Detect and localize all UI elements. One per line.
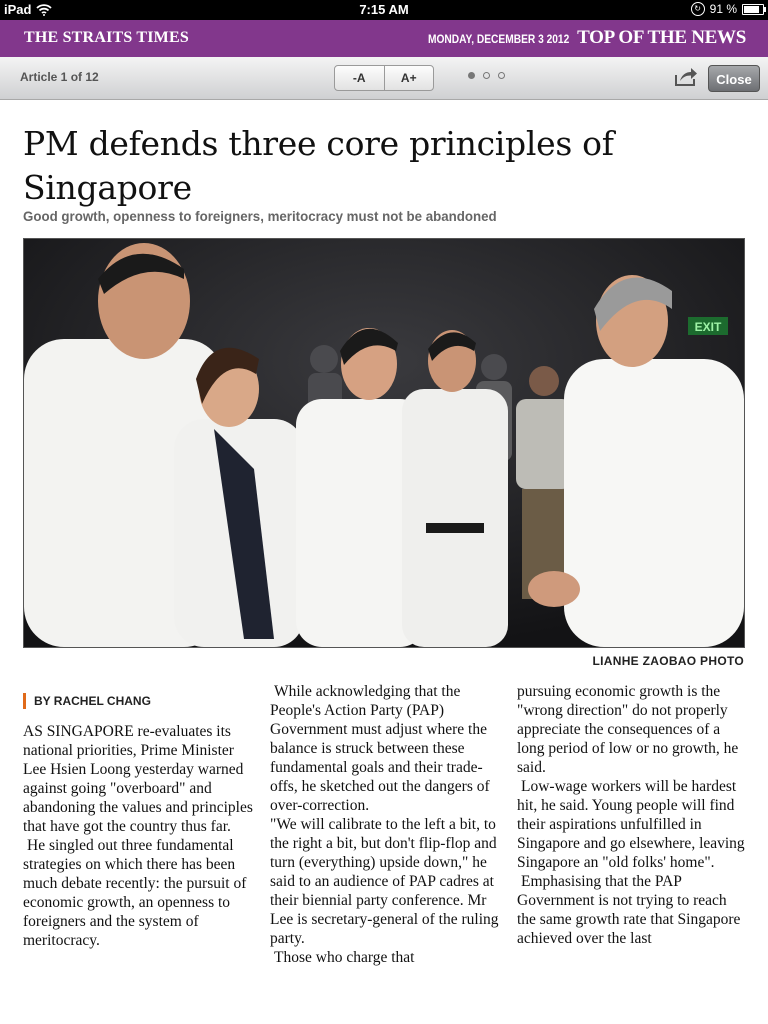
paragraph: Low-wage workers will be hardest hit, he… <box>517 778 745 871</box>
photo-illustration: EXIT <box>24 239 744 647</box>
font-decrease-button[interactable]: -A <box>335 66 384 90</box>
paragraph: While acknowledging that the People's Ac… <box>270 683 490 814</box>
issue-date: MONDAY, DECEMBER 3 2012 <box>427 32 570 46</box>
article-counter: Article 1 of 12 <box>20 70 99 84</box>
paragraph: He singled out three fundamental strateg… <box>23 837 247 949</box>
masthead-right: MONDAY, DECEMBER 3 2012 TOP OF THE NEWS <box>403 27 746 49</box>
article-photo[interactable]: EXIT <box>23 238 745 648</box>
paragraph: AS SINGAPORE re-evaluates its national p… <box>23 723 253 835</box>
article-column-1: AS SINGAPORE re-evaluates its national p… <box>23 722 255 950</box>
masthead: THE STRAITS TIMES MONDAY, DECEMBER 3 201… <box>0 20 768 57</box>
article-headline: PM defends three core principles of Sing… <box>23 124 614 207</box>
font-size-control: -A A+ <box>334 65 434 91</box>
battery-percent: 91 % <box>709 2 737 16</box>
article-column-2: While acknowledging that the People's Ac… <box>270 682 502 967</box>
paragraph: pursuing economic growth is the "wrong d… <box>517 683 739 776</box>
status-bar: iPad 7:15 AM ↻ 91 % <box>0 0 768 20</box>
status-right: ↻ 91 % <box>690 2 766 16</box>
paragraph: "We will calibrate to the left a bit, to… <box>270 816 499 947</box>
page-indicator[interactable] <box>468 72 505 79</box>
section-title: TOP OF THE NEWS <box>577 27 746 48</box>
paragraph: Emphasising that the PAP Government is n… <box>517 873 741 947</box>
byline: BY RACHEL CHANG <box>23 693 151 709</box>
status-time: 7:15 AM <box>359 2 409 17</box>
photo-credit: LIANHE ZAOBAO PHOTO <box>592 654 744 668</box>
page-dot[interactable] <box>498 72 505 79</box>
toolbar: Article 1 of 12 -A A+ Close <box>0 57 768 100</box>
article-subhead: Good growth, openness to foreigners, mer… <box>23 208 497 224</box>
share-icon[interactable] <box>674 67 698 87</box>
close-button[interactable]: Close <box>708 65 760 92</box>
page-dot[interactable] <box>483 72 490 79</box>
exit-sign: EXIT <box>695 320 722 334</box>
paragraph: Those who charge that <box>274 949 415 966</box>
article-column-3: pursuing economic growth is the "wrong d… <box>517 682 749 948</box>
rotation-lock-icon: ↻ <box>690 2 705 16</box>
battery-icon <box>742 3 766 15</box>
page-dot[interactable] <box>468 72 475 79</box>
paper-name: THE STRAITS TIMES <box>24 29 189 46</box>
font-increase-button[interactable]: A+ <box>383 66 434 90</box>
